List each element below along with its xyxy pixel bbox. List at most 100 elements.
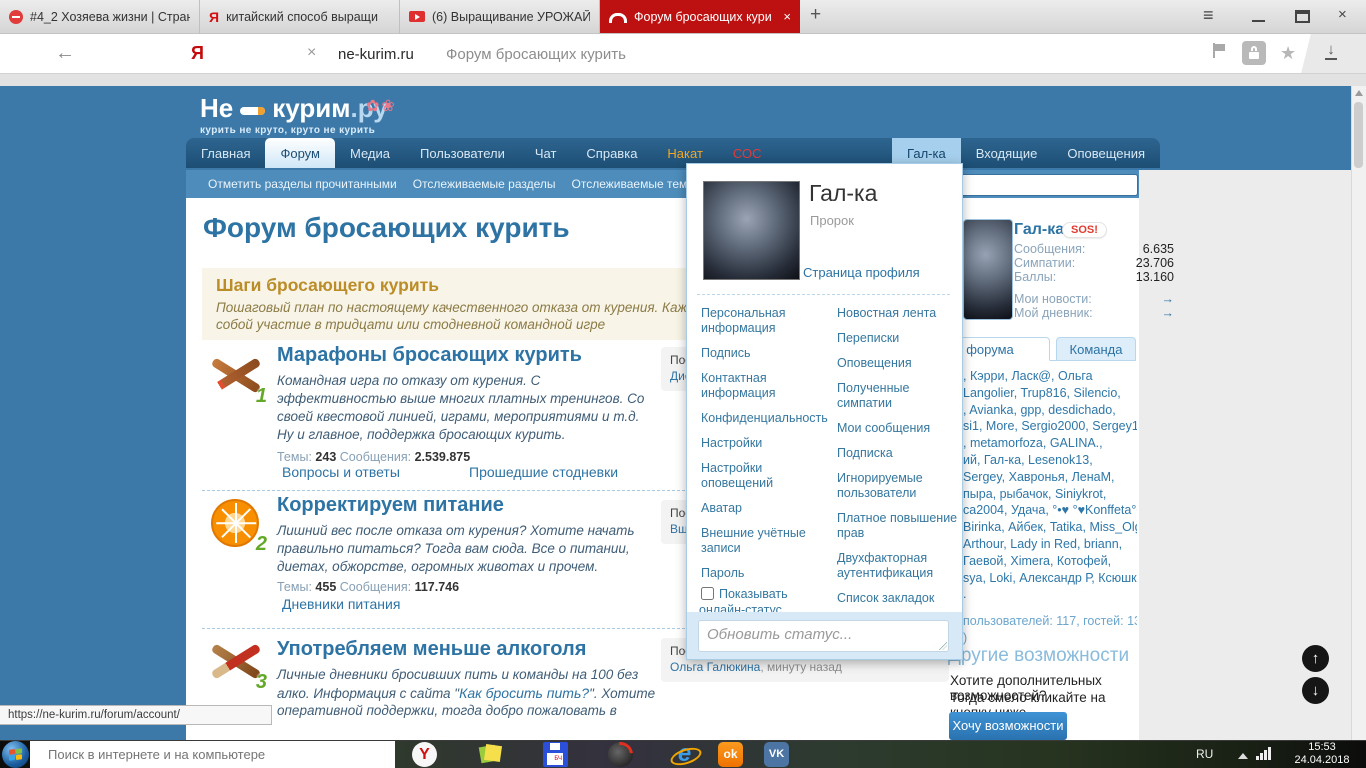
nav-item-spravka[interactable]: Справка (571, 138, 652, 168)
browser-tab-1[interactable]: #4_2 Хозяева жизни | Стран (0, 0, 200, 33)
yandex-logo-icon[interactable]: Я (191, 43, 204, 64)
window-minimize-button[interactable] (1252, 20, 1265, 22)
page-title: Форум бросающих курить (203, 212, 570, 244)
opera-like-app-icon[interactable] (608, 742, 633, 767)
window-close-button[interactable]: × (1338, 6, 1347, 23)
menu-conversations[interactable]: Переписки (837, 331, 961, 346)
menu-subscription[interactable]: Подписка (837, 446, 961, 461)
taskbar-clock[interactable]: 15:53 24.04.2018 (1284, 741, 1360, 767)
sidebar-user-name[interactable]: Гал-ка (1014, 221, 1064, 239)
scrollbar-thumb[interactable] (1354, 102, 1363, 168)
status-update-input[interactable] (698, 620, 949, 652)
nav-item-glavnaya[interactable]: Главная (186, 138, 265, 168)
scroll-to-bottom-button[interactable]: ↓ (1302, 677, 1329, 704)
nav-item-inbox[interactable]: Входящие (961, 138, 1053, 168)
scroll-to-top-button[interactable]: ↑ (1302, 645, 1329, 672)
section-title-nutrition[interactable]: Корректируем питание (277, 494, 504, 517)
resize-grip-icon[interactable] (939, 642, 947, 650)
clear-url-icon[interactable]: × (307, 44, 316, 62)
browser-tab-2[interactable]: Я китайский способ выращи (200, 0, 400, 33)
nav-item-alerts[interactable]: Оповещения (1052, 138, 1160, 168)
flag-icon[interactable] (1213, 43, 1227, 59)
promo-title: Другие возможности (948, 645, 1129, 667)
subforum-link-past-marathons[interactable]: Прошедшие стодневки (469, 464, 618, 480)
dropdown-avatar[interactable] (703, 181, 800, 280)
menu-alert-preferences[interactable]: Настройки оповещений (701, 461, 829, 491)
sticky-notes-icon[interactable] (478, 742, 503, 767)
menu-preferences[interactable]: Настройки (701, 436, 829, 451)
how-to-quit-drinking-link[interactable]: Как бросить пить? (459, 685, 589, 701)
browser-tab-3[interactable]: (6) Выращивание УРОЖАЙ (400, 0, 600, 33)
tab-title: (6) Выращивание УРОЖАЙ (432, 10, 590, 24)
section-title-marathons[interactable]: Марафоны бросающих курить (277, 344, 582, 367)
tab-team[interactable]: Команда (1056, 337, 1136, 361)
nav-item-chat[interactable]: Чат (520, 138, 572, 168)
site-logo[interactable]: Некурим.ру курить не круто, круто не кур… (200, 93, 388, 136)
taskbar-search-input[interactable] (30, 741, 395, 768)
nav-item-polzovateli[interactable]: Пользователи (405, 138, 520, 168)
menu-two-factor[interactable]: Двухфакторная аутентификация (837, 551, 961, 581)
internet-explorer-icon[interactable]: e (672, 742, 697, 767)
downloads-icon[interactable]: ↓ (1324, 42, 1338, 60)
odnoklassniki-icon[interactable]: ok (718, 742, 743, 767)
subforum-link-questions[interactable]: Вопросы и ответы (282, 464, 400, 480)
stat-likes: Симпатии:23.706 (1014, 256, 1132, 270)
logo-text-2: курим (272, 93, 350, 123)
menu-ignored-users[interactable]: Игнорируемые пользователи (837, 471, 961, 501)
menu-contact-info[interactable]: Контактная информация (701, 371, 829, 401)
browser-tab-active[interactable]: Форум бросающих кури × (600, 0, 800, 33)
tab-title: #4_2 Хозяева жизни | Стран (30, 10, 190, 24)
menu-signature[interactable]: Подпись (701, 346, 829, 361)
online-users-list[interactable]: , Кэрри, Ласк@, Ольга Langolier, Trup816… (963, 368, 1137, 647)
section-title-alcohol[interactable]: Употребляем меньше алкоголя (277, 638, 586, 661)
menu-my-posts[interactable]: Мои сообщения (837, 421, 961, 436)
section-desc-line3: оперативной поддержки, тогда добро пожал… (277, 702, 651, 720)
online-status-checkbox[interactable] (701, 587, 714, 600)
section-number: 2 (256, 533, 267, 556)
my-news-link[interactable]: Мои новости:→ (1014, 292, 1132, 306)
new-tab-button[interactable]: + (810, 4, 821, 26)
protect-lock-icon[interactable] (1242, 41, 1266, 65)
tray-expand-icon[interactable] (1238, 753, 1248, 759)
section-desc: Командная игра по отказу от курения. С э… (277, 372, 651, 444)
menu-likes-received[interactable]: Полученные симпатии (837, 381, 961, 411)
sidebar-user-avatar[interactable] (963, 219, 1013, 320)
last-post-user-link[interactable]: Ольга Галюкина (670, 660, 760, 674)
menu-personal-info[interactable]: Персональная информация (701, 306, 829, 336)
subnav-watched-forums[interactable]: Отслеживаемые разделы (405, 177, 564, 191)
profile-page-link[interactable]: Страница профиля (803, 265, 920, 280)
blocked-favicon-icon (9, 10, 23, 24)
vkontakte-icon[interactable]: VK (764, 742, 789, 767)
nav-item-media[interactable]: Медиа (335, 138, 405, 168)
subnav-watched-threads[interactable]: Отслеживаемые темы (564, 177, 704, 191)
browser-menu-icon[interactable]: ≡ (1203, 5, 1214, 26)
network-signal-icon[interactable] (1256, 746, 1274, 760)
menu-alerts[interactable]: Оповещения (837, 356, 961, 371)
window-restore-button[interactable] (1295, 10, 1310, 23)
section-number: 3 (256, 671, 267, 694)
menu-avatar[interactable]: Аватар (701, 501, 829, 516)
subnav-mark-read[interactable]: Отметить разделы прочитанными (200, 177, 405, 191)
menu-paid-upgrade[interactable]: Платное повышение прав (837, 511, 961, 541)
scrollbar-up-icon[interactable] (1355, 90, 1363, 96)
subforum-link-food-diaries[interactable]: Дневники питания (282, 596, 400, 612)
url-domain[interactable]: ne-kurim.ru (338, 46, 414, 63)
menu-privacy[interactable]: Конфиденциальность (701, 411, 829, 426)
want-features-button[interactable]: Хочу возможности (949, 712, 1067, 740)
tab-close-icon[interactable]: × (783, 9, 791, 24)
bookmark-star-icon[interactable]: ★ (1280, 43, 1296, 64)
save-floppy-icon[interactable]: БЧ (543, 742, 568, 767)
menu-bookmarks[interactable]: Список закладок (837, 591, 961, 606)
menu-external-accounts[interactable]: Внешние учётные записи (701, 526, 829, 556)
language-indicator[interactable]: RU (1196, 747, 1213, 761)
nav-item-forum[interactable]: Форум (265, 138, 335, 168)
tab-title: Форум бросающих кури (634, 10, 776, 24)
menu-password[interactable]: Пароль (701, 566, 829, 581)
start-button[interactable] (2, 741, 29, 768)
menu-news-feed[interactable]: Новостная лента (837, 306, 961, 321)
yandex-browser-icon[interactable]: Y (412, 742, 437, 767)
back-button[interactable]: ← (55, 42, 75, 65)
my-diary-link[interactable]: Мой дневник:→ (1014, 306, 1132, 320)
page-scrollbar[interactable] (1351, 86, 1366, 740)
sos-badge[interactable]: SOS! (1062, 222, 1107, 238)
